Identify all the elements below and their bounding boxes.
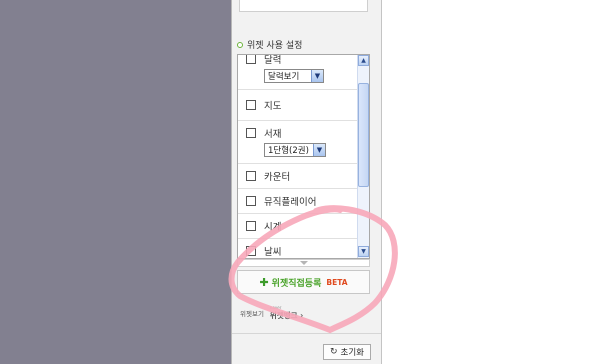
calendar-view-select[interactable]: 달력보기 ▼ [264,69,324,83]
list-item: 서재 1단형(2권) ▼ [238,121,357,164]
list-item: 시계 [238,214,357,239]
plus-icon: ✚ [259,275,269,289]
refresh-icon: ↻ [329,347,338,357]
scroll-down-icon[interactable]: ▼ [358,246,369,257]
top-partial-box [239,0,368,12]
section-title-label: 위젯 사용 설정 [247,41,303,51]
bullet-icon [237,41,243,48]
widget-label: 뮤직플레이어 [264,197,317,208]
widget-label: 날씨 [264,247,282,258]
widget-label: 지도 [264,101,282,112]
register-widget-label: 위젯직접등록 [271,278,322,289]
list-expand-handle[interactable] [237,259,370,267]
list-scrollbar[interactable]: ▲ ▼ [357,55,369,258]
widget-checkbox[interactable] [246,128,256,138]
scrollbar-thumb[interactable] [358,83,369,187]
chevron-down-icon[interactable]: ▼ [313,144,325,156]
library-layout-select[interactable]: 1단형(2권) ▼ [264,143,326,157]
register-widget-button[interactable]: ✚ 위젯직접등록 BETA [237,270,370,294]
widget-label: 서재 [264,129,282,140]
widget-links: 위젯보기 naver 위젯뱅크 › [240,305,303,321]
widget-checkbox[interactable] [246,55,256,64]
left-background [0,0,231,364]
widget-checkbox[interactable] [246,171,256,181]
list-item: 지도 [238,90,357,121]
list-item: 달력 달력보기 ▼ [238,55,357,90]
widget-settings-panel: 위젯 사용 설정 달력 달력보기 ▼ 지도 서재 1단형(2권) ▼ 카운터 뮤… [231,0,382,364]
chevron-down-icon[interactable]: ▼ [311,70,323,82]
widget-label: 카운터 [264,172,291,183]
widget-label: 달력 [264,55,282,66]
select-value: 달력보기 [268,72,300,82]
widget-checkbox[interactable] [246,100,256,110]
widget-checkbox[interactable] [246,246,256,256]
list-item: 날씨 [238,239,357,258]
widget-checkbox[interactable] [246,196,256,206]
section-title: 위젯 사용 설정 [237,38,302,51]
triangle-down-icon [299,261,308,265]
widget-checkbox[interactable] [246,221,256,231]
widget-bank-label: 위젯뱅크 › [269,311,304,320]
beta-badge: BETA [326,277,348,287]
widget-label: 시계 [264,222,282,233]
reset-button[interactable]: ↻ 초기화 [323,344,371,360]
list-item: 카운터 [238,164,357,189]
reset-button-label: 초기화 [340,348,364,358]
divider [232,333,381,334]
select-value: 1단형(2권) [268,146,309,156]
widget-bank-link[interactable]: naver 위젯뱅크 › [270,305,303,321]
scroll-up-icon[interactable]: ▲ [358,55,369,66]
list-item: 뮤직플레이어 [238,189,357,214]
widget-view-link[interactable]: 위젯보기 [240,308,264,318]
widget-list[interactable]: 달력 달력보기 ▼ 지도 서재 1단형(2권) ▼ 카운터 뮤직플레이어 시계 … [237,54,370,259]
